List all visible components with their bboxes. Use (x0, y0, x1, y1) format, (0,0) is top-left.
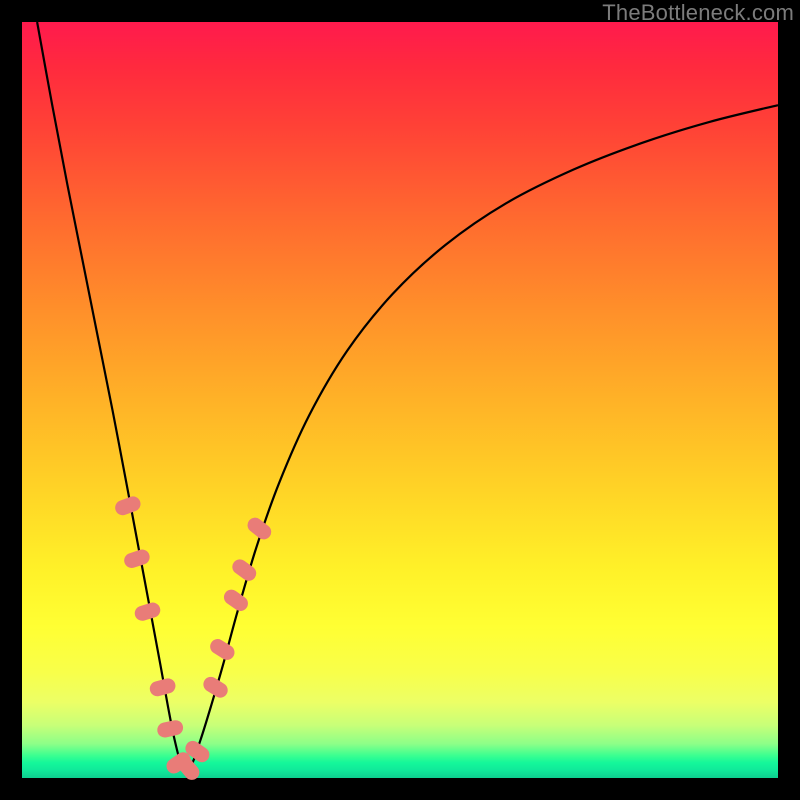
outer-frame: TheBottleneck.com (0, 0, 800, 800)
curve-marker (148, 677, 177, 698)
watermark-text: TheBottleneck.com (602, 0, 794, 26)
curve-marker (122, 548, 151, 570)
curve-marker (113, 494, 143, 517)
bottleneck-curve (37, 22, 778, 770)
curve-marker (156, 719, 185, 739)
curve-marker (133, 601, 162, 623)
curve-marker (201, 674, 231, 700)
curve-marker (221, 587, 251, 614)
plot-area (22, 22, 778, 778)
chart-svg (22, 22, 778, 778)
curve-marker (207, 636, 237, 662)
curve-marker (229, 556, 259, 583)
